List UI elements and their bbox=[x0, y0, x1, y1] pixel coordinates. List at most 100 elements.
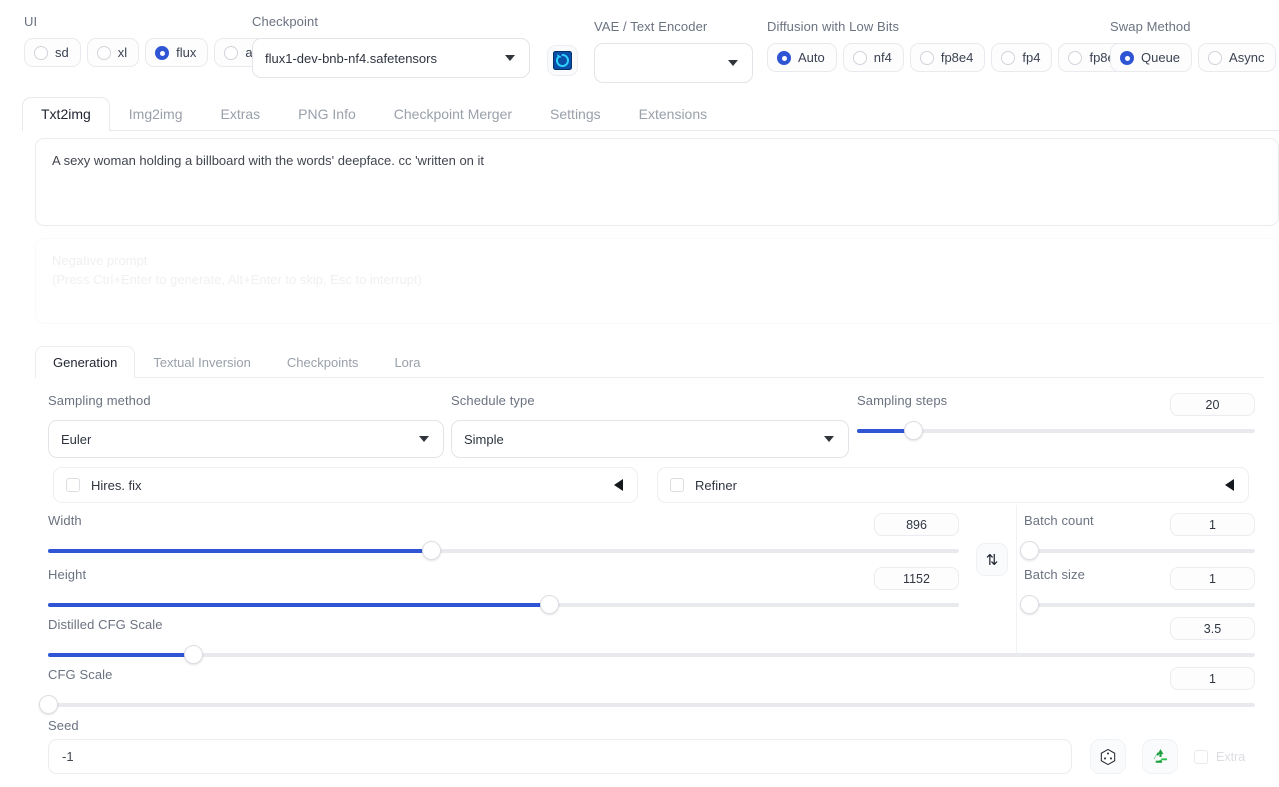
seed-label: Seed bbox=[48, 718, 79, 733]
chevron-down-icon bbox=[824, 436, 834, 442]
slider-knob[interactable] bbox=[183, 645, 203, 664]
sampling-steps-value[interactable]: 20 bbox=[1170, 393, 1255, 416]
checkpoint-select[interactable]: flux1-dev-bnb-nf4.safetensors bbox=[252, 38, 530, 78]
tab-extras[interactable]: Extras bbox=[201, 97, 279, 131]
chevron-down-icon bbox=[728, 60, 738, 66]
distilled-cfg-scale-slider[interactable] bbox=[48, 645, 1255, 664]
batch-count-slider[interactable] bbox=[1020, 541, 1255, 560]
swap-method-option-queue[interactable]: Queue bbox=[1110, 43, 1193, 72]
low-bits-label: Diffusion with Low Bits bbox=[767, 19, 900, 34]
schedule-type-value: Simple bbox=[464, 431, 504, 447]
refiner-label: Refiner bbox=[695, 477, 737, 493]
hires-fix-checkbox[interactable] bbox=[66, 478, 80, 492]
sampling-method-select[interactable]: Euler bbox=[48, 420, 444, 458]
batch-size-value[interactable]: 1 bbox=[1170, 567, 1255, 590]
width-slider[interactable] bbox=[48, 541, 959, 560]
vae-label: VAE / Text Encoder bbox=[594, 19, 708, 34]
refresh-icon bbox=[553, 51, 572, 70]
hires-fix-label: Hires. fix bbox=[91, 477, 142, 493]
slider-fill bbox=[48, 603, 550, 607]
batch-count-label: Batch count bbox=[1024, 513, 1094, 528]
low-bits-option-auto[interactable]: Auto bbox=[767, 43, 837, 72]
ui-option-flux-label: flux bbox=[176, 45, 197, 60]
swap-method-group: Swap Method Queue Async bbox=[1110, 19, 1277, 72]
cfg-scale-value[interactable]: 1 bbox=[1170, 667, 1255, 690]
extra-label: Extra bbox=[1216, 750, 1246, 764]
negative-prompt-input[interactable]: Negative prompt (Press Ctrl+Enter to gen… bbox=[35, 238, 1279, 324]
batch-size-slider[interactable] bbox=[1020, 595, 1255, 614]
low-bits-option-nf4[interactable]: nf4 bbox=[842, 43, 904, 72]
swap-method-option-async[interactable]: Async bbox=[1198, 43, 1277, 72]
swap-dimensions-icon: ⇅ bbox=[985, 551, 999, 569]
low-bits-option-fp4[interactable]: fp4 bbox=[991, 43, 1053, 72]
ui-option-sd-label: sd bbox=[55, 45, 69, 60]
chevron-down-icon bbox=[505, 55, 515, 61]
tab-lora[interactable]: Lora bbox=[376, 346, 438, 378]
checkpoint-label: Checkpoint bbox=[252, 14, 319, 29]
refiner-accordion[interactable]: Refiner bbox=[657, 467, 1249, 503]
tab-checkpoints[interactable]: Checkpoints bbox=[269, 346, 377, 378]
tab-extensions[interactable]: Extensions bbox=[620, 97, 726, 131]
ui-option-xl[interactable]: xl bbox=[86, 38, 140, 67]
swap-dimensions-button[interactable]: ⇅ bbox=[976, 543, 1008, 576]
low-bits-option-nf4-label: nf4 bbox=[873, 50, 892, 65]
schedule-type-select[interactable]: Simple bbox=[451, 420, 849, 458]
column-divider bbox=[1016, 505, 1017, 655]
tab-textual-inversion[interactable]: Textual Inversion bbox=[135, 346, 269, 378]
chevron-left-icon[interactable] bbox=[614, 479, 623, 491]
tab-img2img[interactable]: Img2img bbox=[110, 97, 202, 131]
slider-knob[interactable] bbox=[903, 421, 923, 440]
tab-txt2img[interactable]: Txt2img bbox=[22, 97, 110, 131]
low-bits-radio-row: Auto nf4 fp8e4 fp4 fp8e5 bbox=[767, 43, 1134, 72]
sampling-steps-slider[interactable] bbox=[857, 421, 1255, 440]
distilled-cfg-scale-value[interactable]: 3.5 bbox=[1170, 617, 1255, 640]
chevron-left-icon[interactable] bbox=[1225, 479, 1234, 491]
dice-icon bbox=[1100, 748, 1116, 765]
checkpoint-group: Checkpoint flux1-dev-bnb-nf4.safetensors bbox=[252, 14, 530, 78]
slider-knob[interactable] bbox=[1020, 595, 1039, 614]
reuse-seed-button[interactable] bbox=[1142, 739, 1178, 774]
ui-option-flux[interactable]: flux bbox=[145, 38, 209, 67]
prompt-input[interactable]: A sexy woman holding a billboard with th… bbox=[35, 138, 1279, 226]
hires-fix-accordion[interactable]: Hires. fix bbox=[53, 467, 638, 503]
radio-icon bbox=[224, 45, 239, 60]
tab-png-info[interactable]: PNG Info bbox=[279, 97, 375, 131]
sampling-method-value: Euler bbox=[61, 431, 92, 447]
low-bits-option-fp4-label: fp4 bbox=[1022, 50, 1041, 65]
batch-count-value[interactable]: 1 bbox=[1170, 513, 1255, 536]
checkpoint-value: flux1-dev-bnb-nf4.safetensors bbox=[265, 50, 437, 66]
random-seed-button[interactable] bbox=[1090, 739, 1126, 774]
height-value[interactable]: 1152 bbox=[874, 567, 959, 590]
extra-checkbox[interactable] bbox=[1194, 750, 1208, 764]
low-bits-option-auto-label: Auto bbox=[798, 50, 825, 65]
slider-fill bbox=[48, 549, 431, 553]
vae-group: VAE / Text Encoder bbox=[594, 19, 753, 83]
slider-knob[interactable] bbox=[421, 541, 441, 560]
tab-checkpoint-merger[interactable]: Checkpoint Merger bbox=[375, 97, 531, 131]
seed-input[interactable]: -1 bbox=[48, 739, 1072, 774]
slider-knob[interactable] bbox=[540, 595, 560, 614]
height-label: Height bbox=[48, 567, 87, 582]
width-value[interactable]: 896 bbox=[874, 513, 959, 536]
swap-method-radio-row: Queue Async bbox=[1110, 43, 1277, 72]
radio-icon bbox=[96, 45, 111, 60]
refiner-checkbox[interactable] bbox=[670, 478, 684, 492]
tab-generation[interactable]: Generation bbox=[35, 346, 136, 378]
chevron-down-icon bbox=[419, 436, 429, 442]
tab-settings[interactable]: Settings bbox=[531, 97, 620, 131]
cfg-scale-slider[interactable] bbox=[39, 695, 1255, 714]
low-bits-option-fp8e4-label: fp8e4 bbox=[940, 50, 974, 65]
refresh-checkpoint-button[interactable] bbox=[547, 45, 578, 76]
low-bits-option-fp8e4[interactable]: fp8e4 bbox=[909, 43, 986, 72]
swap-method-option-queue-label: Queue bbox=[1141, 50, 1181, 65]
slider-knob[interactable] bbox=[1020, 541, 1039, 560]
radio-icon bbox=[1001, 50, 1016, 65]
ui-option-sd[interactable]: sd bbox=[24, 38, 81, 67]
extra-seed-toggle[interactable]: Extra bbox=[1194, 750, 1245, 764]
vae-select[interactable] bbox=[594, 43, 753, 83]
recycle-icon bbox=[1153, 749, 1167, 763]
slider-fill bbox=[48, 653, 193, 657]
height-slider[interactable] bbox=[48, 595, 959, 614]
seed-value: -1 bbox=[62, 749, 74, 764]
slider-knob[interactable] bbox=[39, 695, 58, 714]
